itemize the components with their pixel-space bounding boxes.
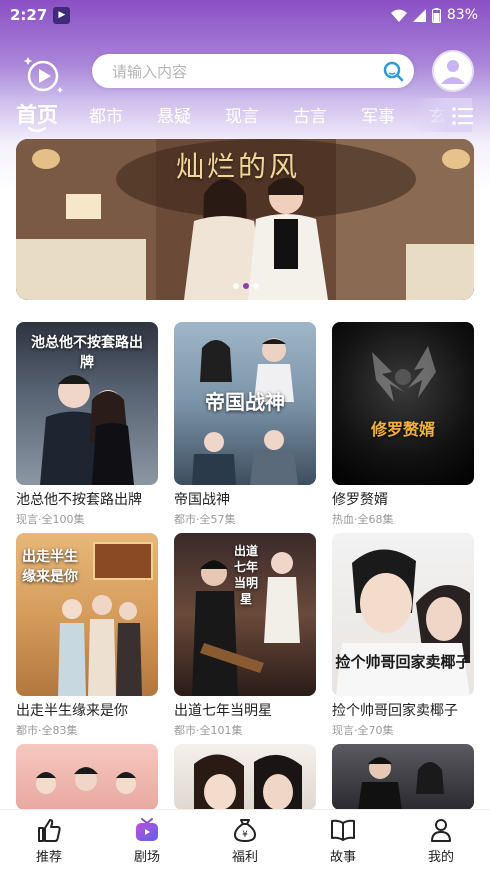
poster-title-text: 修罗赘婿 [370, 420, 435, 439]
tab-home[interactable]: 首页 [16, 99, 58, 129]
status-time: 2:27 [10, 6, 48, 24]
drama-title: 帝国战神 [174, 492, 230, 508]
drama-poster[interactable]: 出道七年当明星 [174, 533, 316, 696]
drama-poster[interactable]: 出走半生缘来是你 [16, 533, 158, 696]
poster-art [358, 757, 444, 810]
nav-label: 推荐 [35, 850, 62, 865]
tab-suspense[interactable]: 悬疑 [157, 102, 191, 127]
nav-welfare[interactable]: ¥ 福利 [210, 816, 280, 865]
drama-poster[interactable]: 池总他不按套路出牌 [16, 322, 158, 485]
status-left: 2:27 ▶ [10, 6, 71, 24]
drama-meta: 现言·全100集 [16, 513, 85, 526]
drama-poster[interactable]: 修罗赘婿 [332, 322, 474, 485]
category-menu-icon[interactable] [452, 106, 474, 126]
app-logo[interactable] [20, 51, 66, 97]
avatar[interactable] [432, 50, 474, 92]
signal-icon [412, 8, 426, 22]
drama-poster[interactable]: 捡个帅哥回家卖椰子 [332, 533, 474, 696]
nav-recommend[interactable]: 推荐 [14, 816, 84, 865]
carousel-dot[interactable] [233, 283, 239, 289]
drama-title: 捡个帅哥回家卖椰子 [332, 703, 458, 719]
battery-level: 83% [446, 7, 478, 23]
person-icon [427, 816, 455, 844]
drama-meta: 都市·全83集 [16, 724, 78, 737]
drama-title: 池总他不按套路出牌 [16, 492, 142, 508]
poster-title-text: 帝国战神 [205, 390, 285, 414]
money-bag-icon: ¥ [231, 816, 259, 844]
search-icon[interactable] [382, 60, 404, 82]
drama-poster[interactable]: 帝国战神 [174, 322, 316, 485]
poster-title-text: 出走半生缘来是你 [22, 549, 78, 585]
poster-art [372, 346, 436, 402]
drama-card[interactable]: 出走半生缘来是你 出走半生缘来是你 都市·全83集 [16, 533, 158, 738]
drama-card[interactable]: 池总他不按套路出牌 池总他不按套路出牌 现言·全100集 [16, 322, 158, 527]
carousel-dots [233, 283, 259, 289]
nav-label: 我的 [427, 850, 454, 865]
svg-text:¥: ¥ [242, 830, 248, 840]
poster-art [36, 767, 136, 794]
drama-meta: 都市·全57集 [174, 513, 236, 526]
nav-story[interactable]: 故事 [308, 816, 378, 865]
nav-label: 福利 [231, 850, 258, 865]
status-bar: 2:27 ▶ 83% [0, 0, 490, 30]
drama-card[interactable]: 修罗赘婿 修罗赘婿 热血·全68集 [332, 322, 474, 527]
drama-card[interactable]: 帝国战神 帝国战神 都市·全57集 [174, 322, 316, 527]
tab-urban[interactable]: 都市 [89, 102, 123, 127]
nav-label: 故事 [329, 850, 356, 865]
poster-title-text: 池总他不按套路出牌 [31, 335, 143, 371]
carousel-dot-active[interactable] [243, 283, 249, 289]
banner-carousel[interactable]: 灿烂的风 [16, 139, 474, 300]
drama-poster[interactable] [332, 744, 474, 810]
drama-title: 修罗赘婿 [332, 492, 388, 508]
wifi-icon [390, 9, 407, 22]
drama-poster[interactable] [174, 744, 316, 810]
bottom-nav: 推荐 剧场 ¥ 福利 故事 我的 [0, 809, 490, 871]
drama-title: 出走半生缘来是你 [16, 703, 128, 719]
drama-card[interactable]: 出道七年当明星 出道七年当明星 都市·全101集 [174, 533, 316, 738]
drama-title: 出道七年当明星 [174, 703, 272, 719]
carousel-dot[interactable] [253, 283, 259, 289]
play-logo-icon [23, 57, 63, 93]
app-notification-icon: ▶ [53, 6, 71, 24]
thumbs-up-icon [35, 816, 63, 844]
battery-icon [431, 7, 441, 23]
active-tab-indicator [28, 127, 46, 133]
header: 请输入内容 [0, 45, 490, 101]
poster-art [194, 754, 302, 810]
drama-meta: 都市·全101集 [174, 724, 243, 737]
search-input[interactable]: 请输入内容 [112, 61, 382, 82]
drama-card[interactable] [16, 744, 158, 810]
poster-title-text: 捡个帅哥回家卖椰子 [335, 653, 471, 671]
banner-title: 灿烂的风 [176, 150, 301, 183]
nav-mine[interactable]: 我的 [406, 816, 476, 865]
book-icon [329, 816, 357, 844]
drama-meta: 现言·全70集 [332, 724, 394, 737]
tv-icon [133, 816, 161, 844]
drama-card[interactable] [332, 744, 474, 810]
nav-label: 剧场 [133, 850, 160, 865]
drama-card[interactable]: 捡个帅哥回家卖椰子 捡个帅哥回家卖椰子 现言·全70集 [332, 533, 474, 738]
nav-theater[interactable]: 剧场 [112, 816, 182, 865]
drama-card[interactable] [174, 744, 316, 810]
search-bar[interactable]: 请输入内容 [92, 54, 414, 88]
status-right: 83% [390, 7, 478, 23]
drama-meta: 热血·全68集 [332, 513, 394, 526]
poster-title-text: 出道七年当明星 [234, 544, 259, 606]
drama-poster[interactable] [16, 744, 158, 810]
tab-ancient-romance[interactable]: 古言 [293, 102, 327, 127]
tab-military[interactable]: 军事 [361, 102, 395, 127]
tab-modern-romance[interactable]: 现言 [225, 102, 259, 127]
user-avatar-icon [441, 60, 465, 84]
